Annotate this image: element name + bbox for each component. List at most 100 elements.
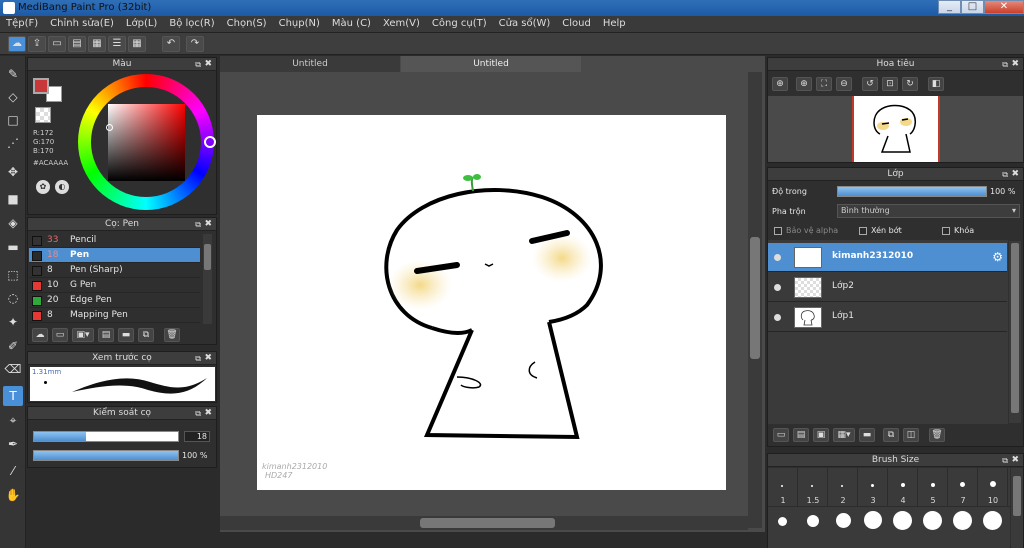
undo-icon[interactable]: ↶ xyxy=(162,36,180,52)
hand-tool-icon[interactable]: ✋ xyxy=(3,485,23,505)
grid-icon[interactable]: ▦ xyxy=(128,36,146,52)
cloud-icon[interactable]: ☁ xyxy=(8,36,26,52)
list-icon[interactable]: ☰ xyxy=(108,36,126,52)
color-history-icon[interactable]: ◐ xyxy=(55,180,69,194)
dot-tool-icon[interactable]: ⋰ xyxy=(3,133,23,153)
color-picker-handle[interactable] xyxy=(106,124,113,131)
visibility-icon[interactable] xyxy=(774,254,781,261)
new-8bit-layer-icon[interactable]: ▣ xyxy=(813,428,829,442)
duplicate-brush-icon[interactable]: ⧉ xyxy=(138,328,154,342)
comment-icon[interactable]: ▤ xyxy=(68,36,86,52)
operation-tool-icon[interactable]: ⌖ xyxy=(3,410,23,430)
menu-capture[interactable]: Chụp(N) xyxy=(273,16,326,32)
menu-cloud[interactable]: Cloud xyxy=(556,16,597,32)
dock-icon[interactable]: ⧉ xyxy=(195,407,201,420)
brush-props-icon[interactable]: ▤ xyxy=(98,328,114,342)
brush-size-scrollbar[interactable] xyxy=(1011,468,1023,548)
brush-item-g-pen[interactable]: 10 G Pen xyxy=(29,278,200,293)
new-halftone-layer-icon[interactable]: ▤ xyxy=(793,428,809,442)
canvas-vertical-scrollbar[interactable] xyxy=(748,72,762,528)
dock-icon[interactable]: ⧉ xyxy=(195,352,201,365)
select-pen-tool-icon[interactable]: ✐ xyxy=(3,336,23,356)
chat-icon[interactable]: ▭ xyxy=(48,36,66,52)
foreground-color-swatch[interactable] xyxy=(33,78,49,94)
brush-size-option[interactable] xyxy=(931,483,935,487)
brush-size-option[interactable] xyxy=(923,511,942,530)
menu-edit[interactable]: Chỉnh sửa(E) xyxy=(44,16,120,32)
select-rect-tool-icon[interactable]: ⬚ xyxy=(3,265,23,285)
menu-file[interactable]: Tệp(F) xyxy=(0,16,44,32)
dock-icon[interactable]: ⧉ xyxy=(1002,168,1008,181)
brush-item-mapping-pen[interactable]: 8 Mapping Pen xyxy=(29,308,200,323)
lock-checkbox[interactable] xyxy=(942,227,950,235)
dock-icon[interactable]: ⧉ xyxy=(1002,454,1008,467)
layer-folder-icon[interactable]: ▬ xyxy=(859,428,875,442)
redo-icon[interactable]: ↷ xyxy=(186,36,204,52)
saturation-value-square[interactable] xyxy=(108,104,185,181)
magic-wand-tool-icon[interactable]: ✦ xyxy=(3,312,23,332)
gradient-tool-icon[interactable]: ▬ xyxy=(3,237,23,257)
visibility-icon[interactable] xyxy=(774,314,781,321)
brush-size-option[interactable] xyxy=(864,511,882,529)
brush-item-edge-pen[interactable]: 20 Edge Pen xyxy=(29,293,200,308)
menu-layer[interactable]: Lớp(L) xyxy=(120,16,163,32)
eraser-tool-icon[interactable]: ◇ xyxy=(3,87,23,107)
brush-size-value[interactable]: 18 xyxy=(184,431,210,442)
menu-help[interactable]: Help xyxy=(597,16,632,32)
flip-icon[interactable]: ◧ xyxy=(928,77,944,91)
close-icon[interactable]: ✖ xyxy=(204,58,212,71)
close-button[interactable]: ✕ xyxy=(984,0,1024,14)
add-layer-menu-icon[interactable]: ▦▾ xyxy=(833,428,855,442)
dock-icon[interactable]: ⧉ xyxy=(195,58,201,71)
canvas-horizontal-scrollbar[interactable] xyxy=(220,516,748,530)
brush-item-pen[interactable]: 18 Pen ⚙ xyxy=(29,248,200,263)
zoom-plus-icon[interactable]: ⊕ xyxy=(796,77,812,91)
close-icon[interactable]: ✖ xyxy=(204,407,212,420)
layer-row[interactable]: Lớp1 xyxy=(768,303,1007,332)
brush-size-option[interactable] xyxy=(807,515,819,527)
brush-size-option[interactable] xyxy=(871,484,874,487)
new-brush-icon[interactable]: ▭ xyxy=(52,328,68,342)
brush-item-pencil[interactable]: 33 Pencil xyxy=(29,233,200,248)
brush-folder-icon[interactable]: ▬ xyxy=(118,328,134,342)
reset-icon[interactable]: ⊡ xyxy=(882,77,898,91)
menu-select[interactable]: Chọn(S) xyxy=(221,16,273,32)
fill-rect-tool-icon[interactable]: ■ xyxy=(3,189,23,209)
layer-list-scrollbar[interactable] xyxy=(1009,241,1021,423)
brush-tool-icon[interactable]: ✎ xyxy=(3,64,23,84)
layer-settings-gear-icon[interactable]: ⚙ xyxy=(992,250,1003,264)
bucket-tool-icon[interactable]: ◈ xyxy=(3,213,23,233)
zoom-out-icon[interactable]: ⊖ xyxy=(836,77,852,91)
maximize-button[interactable]: □ xyxy=(961,0,984,14)
visibility-icon[interactable] xyxy=(774,284,781,291)
dropper-tool-icon[interactable]: ⁄ xyxy=(3,461,23,481)
dock-icon[interactable]: ⧉ xyxy=(1002,58,1008,71)
brush-size-option[interactable] xyxy=(841,485,843,487)
brush-size-slider[interactable] xyxy=(33,431,179,442)
menu-color[interactable]: Màu (C) xyxy=(326,16,377,32)
brush-size-option[interactable] xyxy=(781,485,783,487)
brush-size-option[interactable] xyxy=(990,481,996,487)
palette-icon[interactable]: ✿ xyxy=(36,180,50,194)
tab-document-1[interactable]: Untitled xyxy=(220,56,400,72)
dock-icon[interactable]: ⧉ xyxy=(195,218,201,231)
brush-size-option[interactable] xyxy=(983,511,1002,530)
layer-opacity-slider[interactable] xyxy=(837,186,987,197)
menu-view[interactable]: Xem(V) xyxy=(377,16,426,32)
brush-size-option[interactable] xyxy=(953,511,972,530)
menu-tools[interactable]: Công cụ(T) xyxy=(426,16,493,32)
close-icon[interactable]: ✖ xyxy=(1011,58,1019,71)
close-icon[interactable]: ✖ xyxy=(1011,454,1019,467)
layer-row[interactable]: Lớp2 xyxy=(768,273,1007,302)
duplicate-layer-icon[interactable]: ⧉ xyxy=(883,428,899,442)
brush-size-option[interactable] xyxy=(811,485,813,487)
close-icon[interactable]: ✖ xyxy=(1011,168,1019,181)
text-tool-icon[interactable]: T xyxy=(3,386,23,406)
zoom-in-icon[interactable]: ⊕ xyxy=(772,77,788,91)
document-icon[interactable]: ▦ xyxy=(88,36,106,52)
select-eraser-tool-icon[interactable]: ⌫ xyxy=(3,359,23,379)
brush-size-option[interactable] xyxy=(893,511,912,530)
new-layer-icon[interactable]: ▭ xyxy=(773,428,789,442)
hue-handle[interactable] xyxy=(204,136,216,148)
eyedropper-tool-icon[interactable]: ✒ xyxy=(3,434,23,454)
